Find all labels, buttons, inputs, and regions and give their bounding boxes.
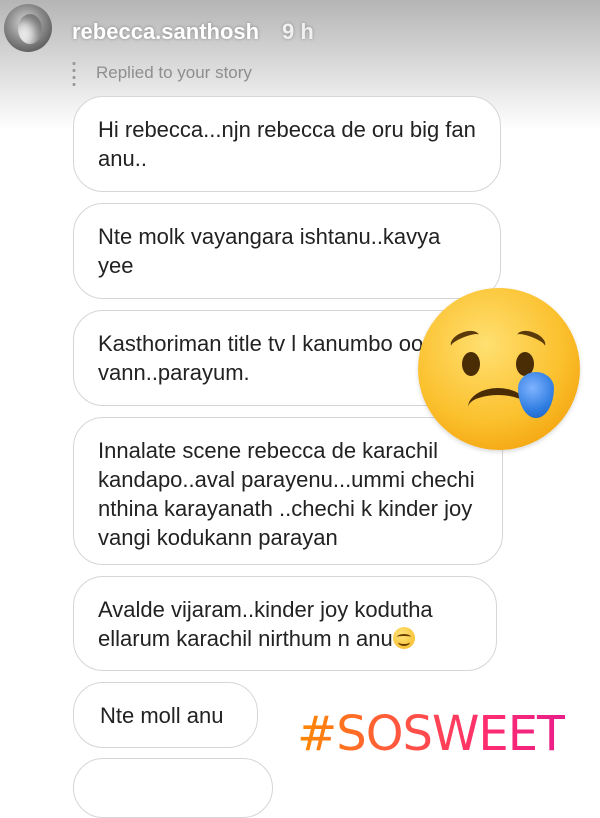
- message-bubble[interactable]: Nte molk vayangara ishtanu..kavya yee: [73, 203, 501, 299]
- message-bubble[interactable]: Nte moll anu: [73, 682, 258, 748]
- message-text: Nte moll anu: [100, 703, 224, 728]
- message-text: Nte molk vayangara ishtanu..kavya yee: [98, 224, 441, 278]
- message-bubble[interactable]: Avalde vijaram..kinder joy kodutha ellar…: [73, 576, 497, 671]
- timestamp: 9 h: [282, 19, 314, 44]
- message-bubble[interactable]: Innalate scene rebecca de karachil kanda…: [73, 417, 503, 565]
- smiling-face-icon: [392, 627, 415, 649]
- message-text: Avalde vijaram..kinder joy kodutha ellar…: [98, 597, 433, 651]
- hashtag-sticker: #SOSWEET: [297, 706, 566, 762]
- avatar[interactable]: [4, 4, 52, 52]
- emoji-brow-left: [447, 326, 483, 355]
- message-text: Hi rebecca...njn rebecca de oru big fan …: [98, 117, 476, 171]
- reply-indicator-line: [72, 60, 76, 88]
- username[interactable]: rebecca.santhosh: [72, 19, 259, 45]
- message-bubble-partial[interactable]: [73, 758, 273, 818]
- avatar-face: [18, 14, 42, 44]
- replied-label: Replied to your story: [96, 63, 252, 82]
- emoji-brow-right: [513, 326, 549, 355]
- message-text: Innalate scene rebecca de karachil kanda…: [98, 438, 475, 550]
- crying-face-icon: [418, 288, 580, 450]
- message-text: Kasthoriman title tv l kanumbo oodi vann…: [98, 331, 441, 385]
- emoji-eye-left: [462, 352, 480, 376]
- message-bubble[interactable]: Hi rebecca...njn rebecca de oru big fan …: [73, 96, 501, 192]
